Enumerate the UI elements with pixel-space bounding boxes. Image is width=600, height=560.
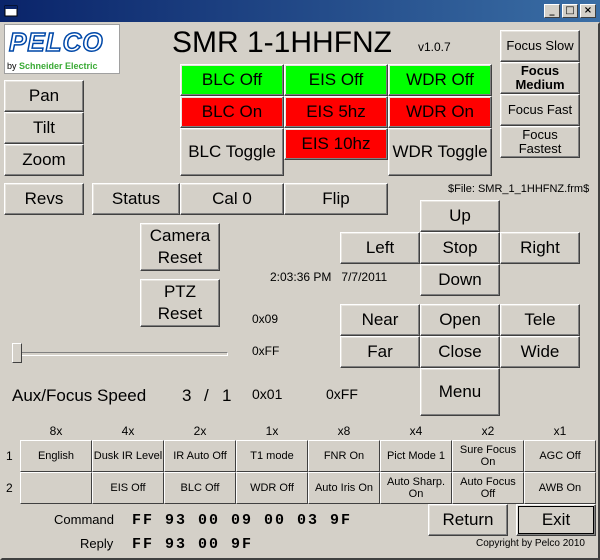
- near-button[interactable]: Near: [340, 304, 420, 336]
- maximize-button[interactable]: □: [562, 4, 578, 18]
- minimize-button[interactable]: _: [544, 4, 560, 18]
- focus-medium-button[interactable]: Focus Medium: [500, 62, 580, 94]
- wide-button[interactable]: Wide: [500, 336, 580, 368]
- grid-cell-button[interactable]: WDR Off: [236, 472, 308, 504]
- reply-label: Reply: [80, 536, 114, 551]
- grid-column-header: x2: [481, 424, 495, 438]
- blc-off-button[interactable]: BLC Off: [180, 64, 284, 96]
- grid-cell-button[interactable]: [20, 472, 92, 504]
- logo-subtitle: by Schneider Electric: [7, 61, 98, 71]
- copyright-label: Copyright by Pelco 2010: [476, 538, 585, 549]
- zoom-button[interactable]: Zoom: [4, 144, 84, 176]
- wdr-off-button[interactable]: WDR Off: [388, 64, 492, 96]
- aux-focus-speed-label: Aux/Focus Speed: [12, 386, 147, 405]
- left-button[interactable]: Left: [340, 232, 420, 264]
- status-button[interactable]: Status: [92, 183, 180, 215]
- blc-on-button[interactable]: BLC On: [180, 96, 284, 128]
- grid-row-header: 2: [6, 481, 13, 495]
- grid-cell-button[interactable]: Pict Mode 1: [380, 440, 452, 472]
- close-window-button[interactable]: ×: [580, 4, 596, 18]
- timestamp: 2:03:36 PM 7/7/2011: [270, 270, 388, 284]
- exit-button[interactable]: Exit: [516, 504, 596, 536]
- focus-fastest-button[interactable]: Focus Fastest: [500, 126, 580, 158]
- pan-button[interactable]: Pan: [4, 80, 84, 112]
- focus-slow-button[interactable]: Focus Slow: [500, 30, 580, 62]
- grid-row-header: 1: [6, 449, 13, 463]
- title-bar[interactable]: _ □ ×: [0, 0, 600, 22]
- grid-cell-button[interactable]: IR Auto Off: [164, 440, 236, 472]
- grid-cell-button[interactable]: English: [20, 440, 92, 472]
- wdr-toggle-button[interactable]: WDR Toggle: [388, 128, 492, 176]
- grid-cell-button[interactable]: Dusk IR Level: [92, 440, 164, 472]
- aux-speed-slider-thumb[interactable]: [12, 343, 22, 363]
- eis-5hz-button[interactable]: EIS 5hz: [284, 96, 388, 128]
- reply-value: FF 93 00 9F: [132, 536, 254, 553]
- version-label: v1.0.7: [418, 40, 451, 54]
- right-button[interactable]: Right: [500, 232, 580, 264]
- grid-column-header: 8x: [49, 424, 63, 438]
- grid-cell-button[interactable]: Sure Focus On: [452, 440, 524, 472]
- eis-10hz-button[interactable]: EIS 10hz: [284, 128, 388, 160]
- grid-column-header: x4: [409, 424, 423, 438]
- camera-reset-button[interactable]: Camera Reset: [140, 223, 220, 271]
- hex-value-01: 0x01: [252, 386, 283, 402]
- grid-cell-button[interactable]: AWB On: [524, 472, 596, 504]
- wdr-on-button[interactable]: WDR On: [388, 96, 492, 128]
- hex-value-09: 0x09: [252, 312, 279, 326]
- grid-cell-button[interactable]: Auto Focus Off: [452, 472, 524, 504]
- hex-value-ff: 0xFF: [252, 344, 280, 358]
- eis-off-button[interactable]: EIS Off: [284, 64, 388, 96]
- logo-brand: PELCO: [8, 26, 104, 58]
- grid-cell-button[interactable]: FNR On: [308, 440, 380, 472]
- far-button[interactable]: Far: [340, 336, 420, 368]
- grid-column-header: x1: [553, 424, 567, 438]
- command-label: Command: [54, 512, 114, 527]
- open-button[interactable]: Open: [420, 304, 500, 336]
- grid-column-header: 1x: [265, 424, 279, 438]
- tilt-button[interactable]: Tilt: [4, 112, 84, 144]
- aux-speed-slider-track[interactable]: [14, 352, 228, 356]
- command-value: FF 93 00 09 00 03 9F: [132, 512, 353, 529]
- down-button[interactable]: Down: [420, 264, 500, 296]
- stop-button[interactable]: Stop: [420, 232, 500, 264]
- model-title: SMR 1-1HHFNZ: [172, 26, 393, 59]
- aux-speed-separator: /: [204, 386, 209, 405]
- flip-button[interactable]: Flip: [284, 183, 388, 215]
- blc-toggle-button[interactable]: BLC Toggle: [180, 128, 284, 176]
- grid-cell-button[interactable]: T1 mode: [236, 440, 308, 472]
- pelco-logo: PELCO by Schneider Electric: [4, 24, 120, 74]
- grid-cell-button[interactable]: AGC Off: [524, 440, 596, 472]
- menu-button[interactable]: Menu: [420, 368, 500, 416]
- aux-speed-value-1: 3: [182, 386, 192, 405]
- grid-cell-button[interactable]: EIS Off: [92, 472, 164, 504]
- grid-cell-button[interactable]: BLC Off: [164, 472, 236, 504]
- hex-value-ff-2: 0xFF: [326, 386, 358, 402]
- focus-fast-button[interactable]: Focus Fast: [500, 94, 580, 126]
- close-iris-button[interactable]: Close: [420, 336, 500, 368]
- up-button[interactable]: Up: [420, 200, 500, 232]
- grid-cell-button[interactable]: Auto Iris On: [308, 472, 380, 504]
- grid-column-header: x8: [337, 424, 351, 438]
- file-label: $File: SMR_1_1HHFNZ.frm$: [448, 183, 590, 195]
- grid-column-header: 4x: [121, 424, 135, 438]
- ptz-reset-button[interactable]: PTZ Reset: [140, 279, 220, 327]
- app-icon: [4, 5, 18, 17]
- grid-column-header: 2x: [193, 424, 207, 438]
- aux-speed-value-2: 1: [222, 386, 232, 405]
- cal0-button[interactable]: Cal 0: [180, 183, 284, 215]
- tele-button[interactable]: Tele: [500, 304, 580, 336]
- return-button[interactable]: Return: [428, 504, 508, 536]
- revs-button[interactable]: Revs: [4, 183, 84, 215]
- grid-cell-button[interactable]: Auto Sharp. On: [380, 472, 452, 504]
